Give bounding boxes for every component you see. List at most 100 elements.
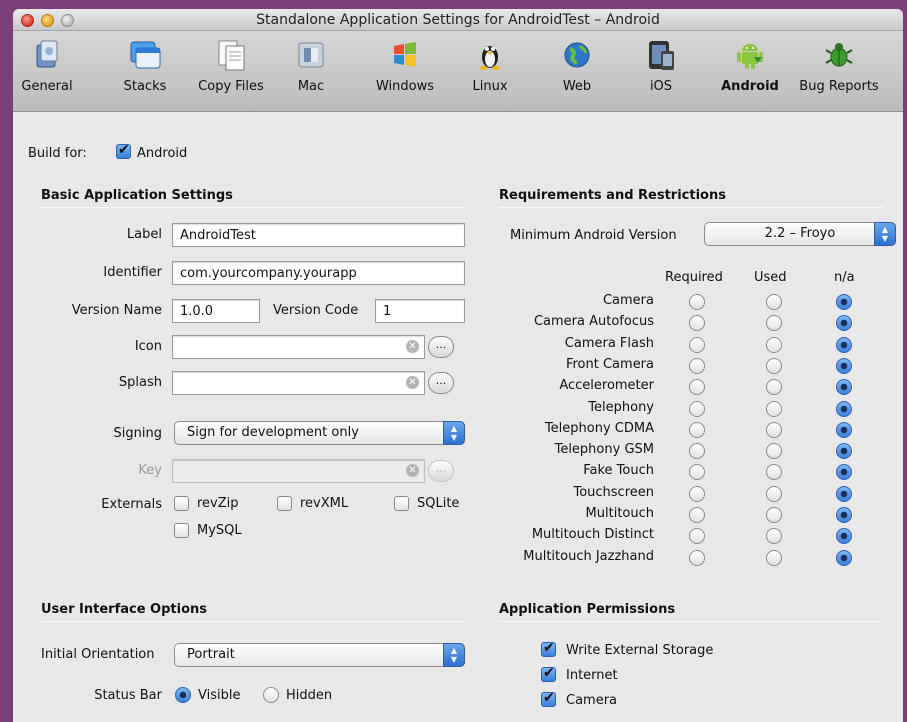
requirement-radio-na[interactable]: [836, 422, 852, 438]
requirement-radio-used[interactable]: [766, 401, 782, 417]
requirement-radio-required[interactable]: [689, 528, 705, 544]
requirement-label: Camera Flash: [564, 336, 654, 351]
requirement-radio-required[interactable]: [689, 379, 705, 395]
label-field[interactable]: AndroidTest: [172, 223, 465, 247]
identifier-field-label: Identifier: [103, 265, 162, 280]
toolbar-item-general[interactable]: General: [17, 37, 77, 94]
splash-field[interactable]: [172, 371, 425, 395]
requirement-radio-na[interactable]: [836, 401, 852, 417]
requirement-label: Telephony GSM: [554, 442, 654, 457]
requirement-radio-na[interactable]: [836, 443, 852, 459]
toolbar-item-android[interactable]: Android: [719, 37, 781, 94]
toolbar-item-windows[interactable]: Windows: [371, 37, 439, 94]
ui-options-heading: User Interface Options: [41, 602, 208, 617]
permission-camera-checkbox[interactable]: [541, 690, 556, 707]
requirement-radio-na[interactable]: [836, 294, 852, 310]
min-android-version-popup[interactable]: 2.2 – Froyo ▲ ▼: [704, 222, 896, 246]
toolbar-item-linux[interactable]: Linux: [465, 37, 515, 94]
revxml-checkbox[interactable]: [277, 496, 292, 511]
signing-popup[interactable]: Sign for development only ▲ ▼: [174, 421, 465, 445]
toolbar-item-copy-files[interactable]: Copy Files: [189, 37, 273, 94]
requirement-radio-na[interactable]: [836, 507, 852, 523]
requirement-radio-na[interactable]: [836, 464, 852, 480]
signing-popup-value: Sign for development only: [187, 425, 359, 440]
permission-internet-checkbox[interactable]: [541, 665, 556, 682]
requirement-radio-used[interactable]: [766, 358, 782, 374]
requirement-radio-required[interactable]: [689, 337, 705, 353]
requirement-radio-na[interactable]: [836, 315, 852, 331]
requirement-radio-used[interactable]: [766, 443, 782, 459]
requirement-radio-na[interactable]: [836, 337, 852, 353]
toolbar-item-ios[interactable]: iOS: [641, 37, 681, 94]
requirement-radio-required[interactable]: [689, 507, 705, 523]
requirement-radio-required[interactable]: [689, 401, 705, 417]
key-browse-button[interactable]: ...: [428, 460, 454, 482]
bug-icon: [821, 37, 857, 73]
permission-internet-label: Internet: [566, 668, 618, 683]
status-hidden-label: Hidden: [286, 688, 333, 703]
identifier-field[interactable]: com.yourcompany.yourapp: [172, 261, 465, 285]
requirement-radio-required[interactable]: [689, 486, 705, 502]
requirement-radio-na[interactable]: [836, 379, 852, 395]
externals-label: Externals: [101, 497, 162, 512]
requirement-radio-used[interactable]: [766, 379, 782, 395]
requirement-radio-na[interactable]: [836, 486, 852, 502]
requirement-radio-used[interactable]: [766, 486, 782, 502]
requirement-radio-used[interactable]: [766, 550, 782, 566]
status-visible-radio[interactable]: [175, 687, 191, 703]
splash-field-label: Splash: [118, 375, 162, 390]
requirement-label: Fake Touch: [583, 463, 654, 478]
window-title: Standalone Application Settings for Andr…: [256, 12, 660, 28]
toolbar-item-stacks[interactable]: Stacks: [113, 37, 177, 94]
requirement-radio-used[interactable]: [766, 337, 782, 353]
mysql-checkbox[interactable]: [174, 523, 189, 538]
title-bar[interactable]: Standalone Application Settings for Andr…: [13, 9, 903, 31]
icon-field[interactable]: [172, 335, 425, 359]
requirement-radio-na[interactable]: [836, 550, 852, 566]
icon-clear-icon[interactable]: ✕: [406, 340, 419, 353]
requirement-radio-used[interactable]: [766, 464, 782, 480]
icon-browse-button[interactable]: ...: [428, 336, 454, 358]
splash-clear-icon[interactable]: ✕: [406, 376, 419, 389]
version-name-label: Version Name: [71, 303, 162, 318]
status-visible-label: Visible: [198, 688, 241, 703]
popup-arrows-icon: ▲ ▼: [443, 643, 465, 667]
requirement-radio-required[interactable]: [689, 422, 705, 438]
requirement-radio-used[interactable]: [766, 294, 782, 310]
permission-write-storage-checkbox[interactable]: [541, 640, 556, 657]
sqlite-checkbox[interactable]: [394, 496, 409, 511]
version-code-field[interactable]: 1: [375, 299, 465, 323]
revxml-label: revXML: [300, 496, 349, 511]
version-name-field[interactable]: 1.0.0: [172, 299, 260, 323]
requirement-radio-required[interactable]: [689, 464, 705, 480]
mac-icon: [293, 37, 329, 73]
requirement-radio-used[interactable]: [766, 315, 782, 331]
permission-write-storage-label: Write External Storage: [566, 643, 714, 658]
web-icon: [559, 37, 595, 73]
requirement-radio-na[interactable]: [836, 528, 852, 544]
requirement-radio-used[interactable]: [766, 507, 782, 523]
toolbar-item-mac[interactable]: Mac: [289, 37, 333, 94]
revzip-checkbox[interactable]: [174, 496, 189, 511]
splash-browse-button[interactable]: ...: [428, 372, 454, 394]
requirement-radio-used[interactable]: [766, 528, 782, 544]
toolbar: General Stacks Copy Files Mac Windows Li…: [13, 31, 903, 112]
requirement-radio-required[interactable]: [689, 358, 705, 374]
toolbar-item-web[interactable]: Web: [555, 37, 599, 94]
requirement-label: Camera: [602, 293, 654, 308]
status-hidden-radio[interactable]: [263, 687, 279, 703]
requirement-radio-used[interactable]: [766, 422, 782, 438]
requirement-radio-required[interactable]: [689, 443, 705, 459]
requirement-label: Multitouch Jazzhand: [523, 549, 654, 564]
requirement-radio-required[interactable]: [689, 294, 705, 310]
requirement-radio-required[interactable]: [689, 550, 705, 566]
key-clear-icon[interactable]: ✕: [406, 464, 419, 477]
requirement-radio-na[interactable]: [836, 358, 852, 374]
build-android-checkbox[interactable]: [116, 142, 131, 159]
general-icon: [29, 37, 65, 73]
key-field[interactable]: [172, 459, 425, 483]
toolbar-item-bug-reports[interactable]: Bug Reports: [793, 37, 885, 94]
requirement-radio-required[interactable]: [689, 315, 705, 331]
requirement-label: Telephony CDMA: [544, 421, 654, 436]
initial-orientation-popup[interactable]: Portrait ▲ ▼: [174, 643, 465, 667]
